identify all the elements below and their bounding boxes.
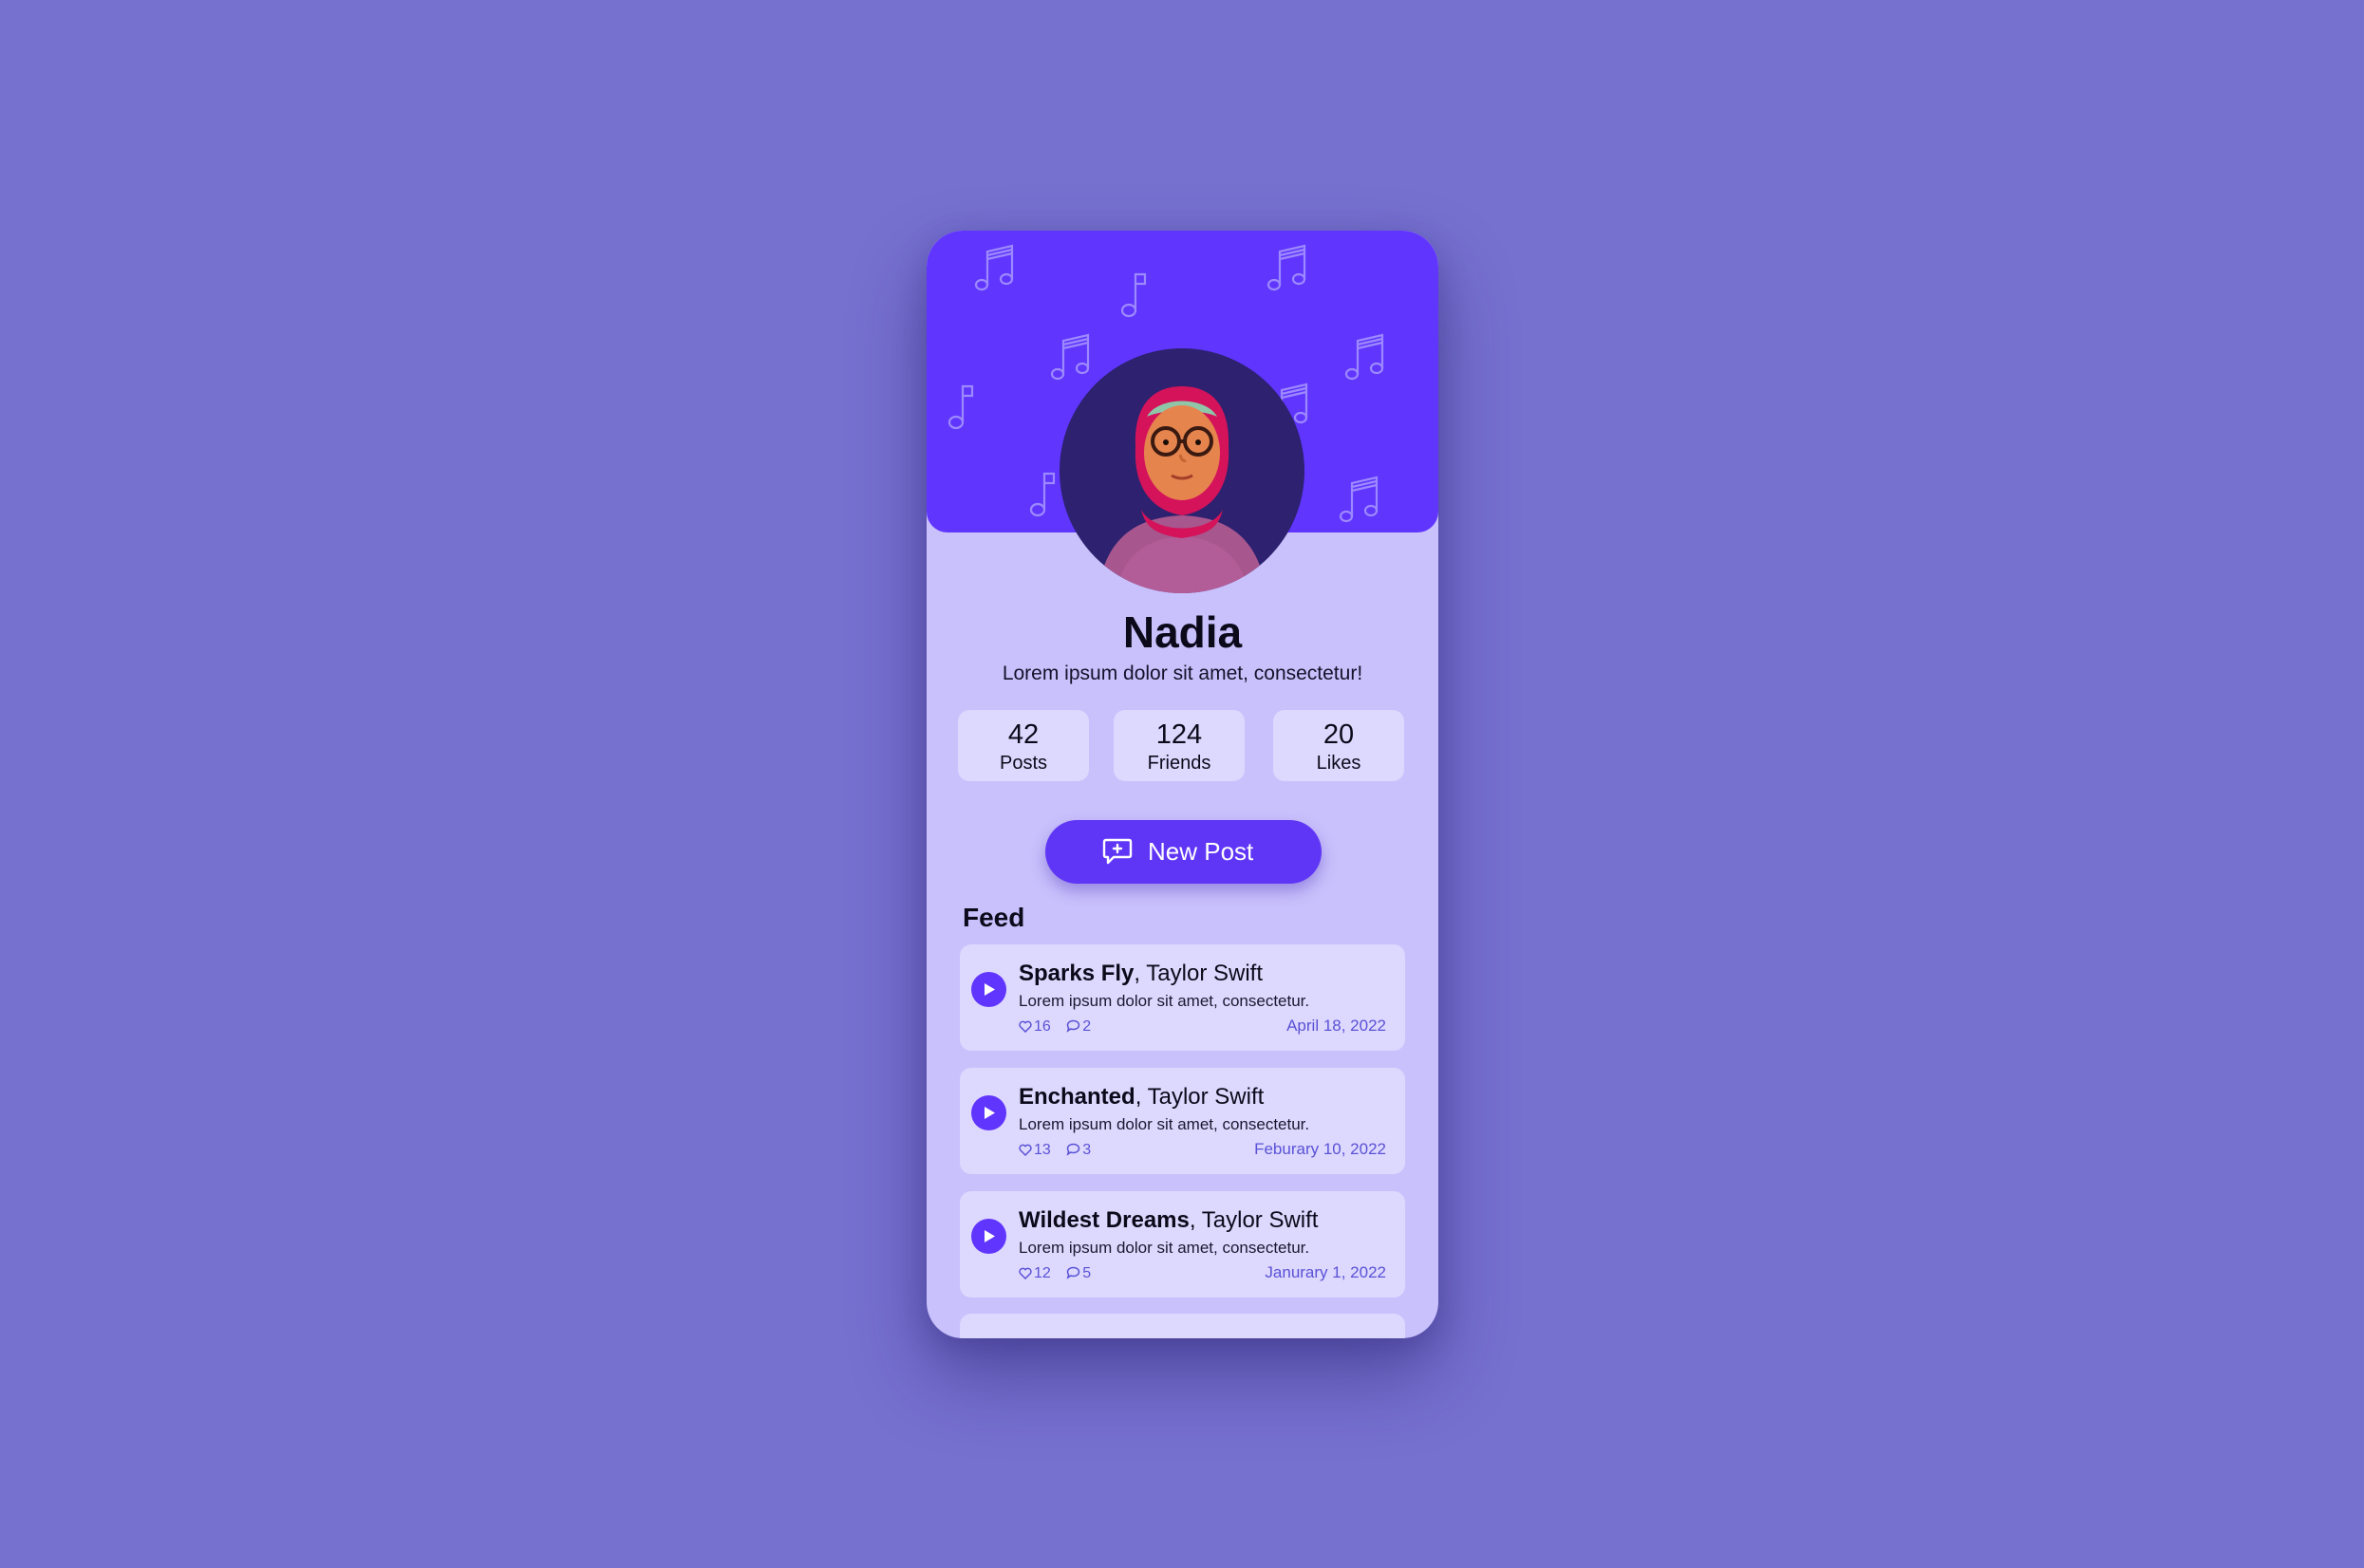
music-note-icon	[947, 381, 976, 432]
stat-label: Friends	[1147, 753, 1211, 774]
stat-value: 42	[1007, 719, 1040, 750]
song-title: Sparks Fly	[1019, 961, 1135, 986]
artist-name: , Taylor Swift	[1134, 961, 1264, 986]
comment-icon	[1066, 1266, 1080, 1279]
like-count-value: 12	[1034, 1265, 1051, 1281]
music-note-icon	[1120, 269, 1149, 320]
profile-screen: Nadia Lorem ipsum dolor sit amet, consec…	[927, 231, 1438, 1338]
music-note-icon	[1029, 468, 1058, 519]
music-note-icon	[1266, 242, 1308, 293]
like-count[interactable]: 16	[1019, 1018, 1051, 1036]
feed-item-title: Wildest Dreams, Taylor Swift	[1019, 1207, 1318, 1234]
heart-icon	[1019, 1267, 1032, 1280]
new-post-label: New Post	[1148, 837, 1254, 866]
feed-item[interactable]: Enchanted, Taylor Swift Lorem ipsum dolo…	[960, 1068, 1405, 1174]
feed-item[interactable]: Wildest Dreams, Taylor Swift Lorem ipsum…	[960, 1191, 1405, 1297]
feed-item-meta: 16 2	[1019, 1018, 1102, 1036]
play-button[interactable]	[971, 1095, 1006, 1130]
play-icon	[985, 1230, 995, 1242]
profile-name: Nadia	[1122, 607, 1243, 657]
feed-item-description: Lorem ipsum dolor sit amet, consectetur.	[1019, 992, 1310, 1010]
feed-item-description: Lorem ipsum dolor sit amet, consectetur.	[1019, 1115, 1310, 1133]
play-button[interactable]	[971, 972, 1006, 1007]
play-button[interactable]	[971, 1219, 1006, 1254]
like-count[interactable]: 13	[1019, 1142, 1051, 1159]
play-icon	[985, 983, 995, 996]
song-title: Wildest Dreams	[1019, 1207, 1190, 1233]
feed-item-partial[interactable]	[960, 1314, 1405, 1338]
new-post-button[interactable]: New Post	[1045, 820, 1322, 884]
stat-posts[interactable]: 42 Posts	[958, 710, 1089, 781]
feed-item-date: April 18, 2022	[1286, 1017, 1386, 1035]
feed-item-title: Sparks Fly, Taylor Swift	[1019, 961, 1263, 987]
comment-count[interactable]: 3	[1066, 1142, 1091, 1159]
play-icon	[985, 1107, 995, 1119]
comment-count-value: 5	[1082, 1265, 1092, 1281]
artist-name: , Taylor Swift	[1135, 1084, 1265, 1110]
comment-icon	[1066, 1143, 1080, 1156]
profile-bio: Lorem ipsum dolor sit amet, consectetur!	[1002, 663, 1363, 684]
avatar[interactable]	[1060, 348, 1304, 593]
comment-count-value: 2	[1082, 1018, 1092, 1035]
feed-item-description: Lorem ipsum dolor sit amet, consectetur.	[1019, 1239, 1310, 1257]
stat-friends[interactable]: 124 Friends	[1114, 710, 1245, 781]
song-title: Enchanted	[1019, 1084, 1135, 1110]
comment-count-value: 3	[1082, 1142, 1092, 1158]
music-note-icon	[974, 242, 1016, 293]
heart-icon	[1019, 1144, 1032, 1157]
stat-value: 124	[1155, 719, 1203, 750]
like-count[interactable]: 12	[1019, 1265, 1051, 1282]
music-note-icon	[1339, 474, 1380, 525]
feed-heading: Feed	[963, 903, 1025, 932]
feed-item-date: Feburary 10, 2022	[1254, 1140, 1386, 1158]
music-note-icon	[1050, 331, 1092, 383]
chat-plus-icon	[1102, 837, 1133, 870]
heart-icon	[1019, 1020, 1032, 1034]
music-note-icon	[1344, 331, 1386, 383]
like-count-value: 13	[1034, 1142, 1051, 1158]
feed-item-title: Enchanted, Taylor Swift	[1019, 1084, 1264, 1111]
comment-count[interactable]: 2	[1066, 1018, 1091, 1036]
feed-item-meta: 12 5	[1019, 1265, 1102, 1282]
stat-value: 20	[1323, 719, 1355, 750]
stat-label: Posts	[999, 753, 1048, 774]
comment-icon	[1066, 1019, 1080, 1033]
feed-item[interactable]: Sparks Fly, Taylor Swift Lorem ipsum dol…	[960, 944, 1405, 1051]
artist-name: , Taylor Swift	[1189, 1207, 1319, 1233]
stat-label: Likes	[1316, 753, 1361, 774]
feed-item-date: Janurary 1, 2022	[1265, 1263, 1386, 1281]
stat-likes[interactable]: 20 Likes	[1273, 710, 1404, 781]
feed-item-meta: 13 3	[1019, 1142, 1102, 1159]
like-count-value: 16	[1034, 1018, 1051, 1035]
comment-count[interactable]: 5	[1066, 1265, 1091, 1282]
